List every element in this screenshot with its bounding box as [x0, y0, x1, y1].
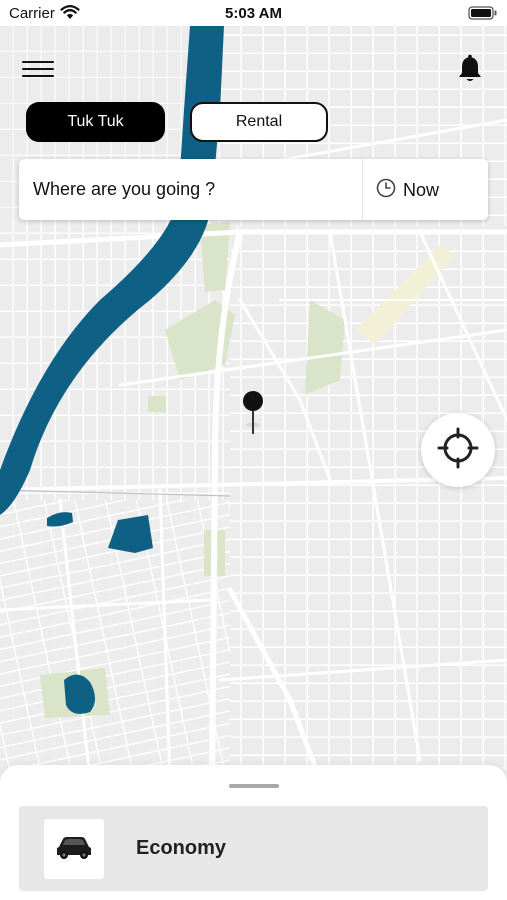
clock-time: 5:03 AM	[225, 5, 282, 22]
clock-icon	[375, 177, 397, 204]
status-bar: Carrier 5:03 AM	[0, 0, 507, 26]
sheet-drag-handle[interactable]	[229, 784, 279, 788]
location-pin-icon	[242, 390, 264, 441]
bell-icon[interactable]	[456, 54, 484, 84]
ride-options-sheet: Economy	[0, 765, 507, 900]
tab-tuk-tuk[interactable]: Tuk Tuk	[26, 102, 165, 142]
destination-input[interactable]: Where are you going ?	[33, 179, 215, 200]
car-icon	[54, 833, 94, 866]
ride-option-name: Economy	[136, 837, 227, 859]
tab-rental[interactable]: Rental	[190, 102, 328, 142]
car-thumbnail	[44, 819, 104, 879]
hamburger-menu-icon[interactable]	[22, 56, 54, 80]
crosshair-icon	[436, 426, 480, 475]
recenter-location-button[interactable]	[421, 413, 495, 487]
ride-option-economy[interactable]: Economy	[19, 806, 488, 891]
schedule-now-button[interactable]: Now	[375, 173, 475, 207]
destination-search-box: Where are you going ? Now	[19, 159, 488, 220]
battery-icon	[468, 6, 498, 25]
now-label: Now	[403, 179, 440, 200]
search-divider	[362, 159, 363, 220]
